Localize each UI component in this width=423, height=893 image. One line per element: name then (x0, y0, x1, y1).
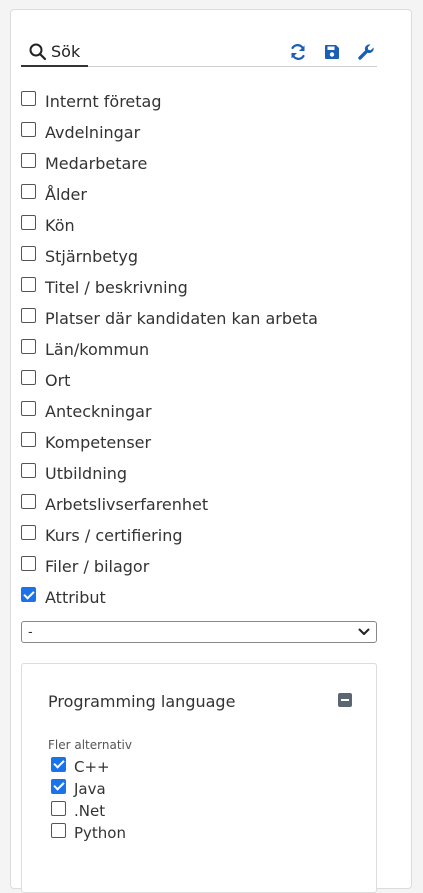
filter-option-anteckningar[interactable]: Anteckningar (21, 396, 381, 427)
checkbox[interactable] (21, 246, 36, 261)
checkbox[interactable] (21, 494, 36, 509)
save-button[interactable] (321, 41, 343, 63)
refresh-button[interactable] (287, 41, 309, 63)
settings-button[interactable] (355, 41, 377, 63)
attribute-options-list: C++ Java .Net Python (51, 756, 126, 844)
filter-option-label: Stjärnbetyg (45, 246, 139, 266)
attribute-option-label: Python (74, 824, 126, 842)
attribute-select-value: - (28, 624, 33, 640)
checkbox[interactable] (21, 525, 36, 540)
search-icon (29, 43, 47, 60)
attribute-sub-label: Fler alternativ (48, 738, 132, 752)
filter-option-label: Anteckningar (45, 401, 152, 421)
filter-option-internt-foretag[interactable]: Internt företag (21, 86, 381, 117)
toolbar-actions (287, 41, 377, 63)
filter-option-avdelningar[interactable]: Avdelningar (21, 117, 381, 148)
checkbox[interactable] (21, 556, 36, 571)
filter-option-stjarnbetyg[interactable]: Stjärnbetyg (21, 241, 381, 272)
filter-option-alder[interactable]: Ålder (21, 179, 381, 210)
filter-option-utbildning[interactable]: Utbildning (21, 458, 381, 489)
filter-option-label: Medarbetare (45, 153, 148, 173)
attribute-group: Programming language Fler alternativ C++… (21, 663, 377, 893)
checkbox[interactable] (51, 756, 66, 772)
checkbox[interactable] (21, 215, 36, 230)
filter-option-lan-kommun[interactable]: Län/kommun (21, 334, 381, 365)
filter-option-medarbetare[interactable]: Medarbetare (21, 148, 381, 179)
filter-option-label: Avdelningar (45, 122, 141, 142)
filter-option-label: Län/kommun (45, 339, 150, 359)
checkbox[interactable] (21, 308, 36, 323)
filter-option-label: Ålder (45, 184, 87, 204)
save-icon (325, 45, 339, 59)
filter-option-label: Internt företag (45, 91, 162, 111)
filter-option-kurs-certifiering[interactable]: Kurs / certifiering (21, 520, 381, 551)
checkbox[interactable] (21, 463, 36, 478)
filter-option-label: Titel / beskrivning (45, 277, 188, 297)
filter-option-label: Kurs / certifiering (45, 525, 183, 545)
wrench-icon (358, 44, 374, 60)
checkbox[interactable] (21, 91, 36, 106)
attribute-option-label: .Net (74, 802, 106, 820)
checkbox[interactable] (21, 277, 36, 292)
attribute-group-title: Programming language (48, 692, 236, 711)
collapse-button[interactable] (338, 693, 352, 707)
checkbox[interactable] (51, 778, 66, 794)
filter-option-label: Attribut (45, 587, 106, 607)
filter-toolbar: Sök (21, 38, 377, 67)
attribute-option-label: C++ (74, 758, 110, 776)
filter-option-kon[interactable]: Kön (21, 210, 381, 241)
filter-option-label: Platser där kandidaten kan arbeta (45, 308, 318, 328)
filter-option-arbetslivserfarenhet[interactable]: Arbetslivserfarenhet (21, 489, 381, 520)
attribute-option-net[interactable]: .Net (51, 800, 126, 822)
chevron-down-icon (358, 628, 370, 635)
search-label: Sök (51, 42, 81, 61)
attribute-option-label: Java (74, 780, 106, 798)
checkbox[interactable] (21, 370, 36, 385)
attribute-select[interactable]: - (21, 621, 377, 643)
filter-option-label: Kompetenser (45, 432, 152, 452)
filter-options-list: Internt företag Avdelningar Medarbetare Åld… (21, 86, 381, 613)
filter-option-titel-beskrivning[interactable]: Titel / beskrivning (21, 272, 381, 303)
filter-option-label: Utbildning (45, 463, 128, 483)
filter-option-label: Ort (45, 370, 71, 390)
filter-option-ort[interactable]: Ort (21, 365, 381, 396)
filter-option-attribut[interactable]: Attribut (21, 582, 381, 613)
attribute-option-java[interactable]: Java (51, 778, 126, 800)
checkbox[interactable] (21, 184, 36, 199)
attribute-option-python[interactable]: Python (51, 822, 126, 844)
checkbox[interactable] (21, 587, 36, 602)
checkbox[interactable] (21, 153, 36, 168)
attribute-option-cpp[interactable]: C++ (51, 756, 126, 778)
checkbox[interactable] (21, 432, 36, 447)
filter-option-label: Filer / bilagor (45, 556, 150, 576)
filter-option-label: Arbetslivserfarenhet (45, 494, 209, 514)
refresh-icon (291, 44, 305, 60)
filter-option-platser-dar-kandidaten-kan-arbeta[interactable]: Platser där kandidaten kan arbeta (21, 303, 381, 334)
filter-option-filer-bilagor[interactable]: Filer / bilagor (21, 551, 381, 582)
search-tab[interactable]: Sök (21, 39, 89, 67)
checkbox[interactable] (21, 339, 36, 354)
filter-option-kompetenser[interactable]: Kompetenser (21, 427, 381, 458)
checkbox[interactable] (51, 822, 66, 838)
checkbox[interactable] (21, 122, 36, 137)
filter-option-label: Kön (45, 215, 75, 235)
checkbox[interactable] (21, 401, 36, 416)
checkbox[interactable] (51, 800, 66, 816)
